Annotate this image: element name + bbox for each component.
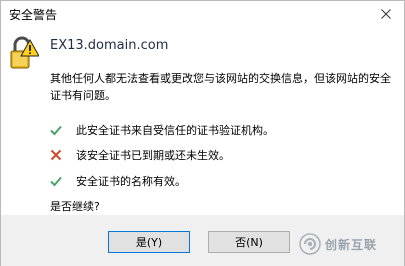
cert-check-text: 此安全证书来自受信任的证书验证机构。 [76, 124, 274, 137]
no-button[interactable]: 否(N) [208, 231, 290, 253]
close-button[interactable] [373, 3, 399, 25]
dialog-content: EX13.domain.com 其他任何人都无法查看或更改您与该网站的交换信息，… [1, 27, 404, 215]
watermark-logo-icon [299, 233, 321, 255]
checkmark-icon [50, 176, 62, 187]
cert-check-row: 此安全证书来自受信任的证书验证机构。 [50, 122, 274, 138]
continue-question: 是否继续? [50, 200, 100, 213]
cert-check-row: 安全证书的名称有效。 [50, 173, 186, 189]
site-hostname: EX13.domain.com [50, 38, 169, 53]
close-icon [381, 9, 391, 19]
security-message: 其他任何人都无法查看或更改您与该网站的交换信息，但该网站的安全证书有问题。 [50, 72, 391, 102]
watermark-text: 创新互联 [325, 237, 378, 252]
x-mark-icon [50, 149, 62, 161]
lock-warning-icon [10, 36, 39, 69]
cert-check-text: 安全证书的名称有效。 [76, 175, 186, 188]
checkmark-icon [50, 125, 62, 136]
cert-check-row: 该安全证书已到期或还未生效。 [50, 147, 230, 163]
button-bar: 是(Y) 否(N) 创新互联 [1, 215, 404, 266]
watermark: 创新互联 [299, 229, 403, 259]
window-title: 安全警告 [9, 8, 58, 22]
security-alert-dialog: 安全警告 EX13.domain.com 其他任何人都无法查看或更改您与该网站的… [0, 0, 405, 266]
cert-check-text: 该安全证书已到期或还未生效。 [76, 149, 230, 162]
yes-button[interactable]: 是(Y) [108, 231, 190, 253]
title-bar: 安全警告 [1, 1, 404, 27]
